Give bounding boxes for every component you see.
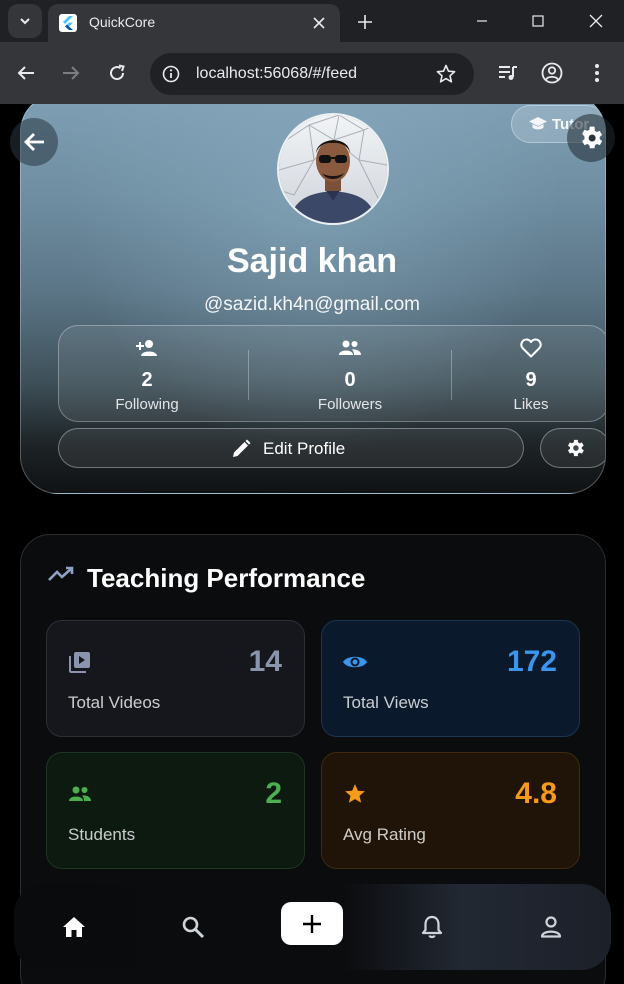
close-tab-button[interactable] bbox=[308, 12, 330, 34]
arrow-right-icon bbox=[63, 66, 80, 80]
add-icon bbox=[303, 914, 321, 933]
school-icon bbox=[529, 117, 547, 130]
search-icon bbox=[182, 916, 205, 939]
maximize-icon bbox=[532, 15, 544, 27]
total-videos-card[interactable]: 14 Total Videos bbox=[46, 620, 305, 737]
stats-panel: 2 Following 0 Followers 9 Likes bbox=[58, 325, 605, 423]
playlist-music-icon bbox=[499, 66, 517, 80]
nav-home[interactable] bbox=[52, 905, 96, 949]
minimize-button[interactable] bbox=[462, 6, 502, 36]
menu-button[interactable] bbox=[583, 59, 611, 87]
star-icon bbox=[342, 781, 368, 807]
plus-icon bbox=[358, 15, 372, 29]
settings-button[interactable] bbox=[567, 114, 615, 162]
info-icon[interactable] bbox=[160, 63, 182, 85]
total-videos-label: Total Videos bbox=[68, 693, 161, 712]
app-viewport: Tutor bbox=[0, 104, 624, 984]
students-card[interactable]: 2 Students bbox=[46, 752, 305, 869]
nav-notifications[interactable] bbox=[410, 905, 454, 949]
back-nav-button[interactable] bbox=[12, 59, 40, 87]
reload-button[interactable] bbox=[103, 59, 131, 87]
arrow-left-icon bbox=[17, 66, 34, 80]
back-button[interactable] bbox=[10, 118, 58, 166]
likes-count: 9 bbox=[525, 369, 537, 391]
person-add-icon bbox=[134, 336, 160, 360]
tab-title: QuickCore bbox=[89, 14, 156, 30]
students-value: 2 bbox=[265, 777, 282, 810]
forward-nav-button[interactable] bbox=[57, 59, 85, 87]
avg-rating-value: 4.8 bbox=[515, 777, 557, 810]
trending-up-icon bbox=[48, 566, 74, 581]
following-label: Following bbox=[115, 396, 179, 413]
close-window-button[interactable] bbox=[576, 6, 616, 36]
group-icon bbox=[67, 781, 93, 807]
avatar bbox=[277, 113, 389, 225]
following-stat[interactable]: 2 Following bbox=[59, 326, 235, 423]
total-views-card[interactable]: 172 Total Views bbox=[321, 620, 580, 737]
gear-icon bbox=[582, 126, 603, 149]
nav-search[interactable] bbox=[171, 905, 215, 949]
browser-tabstrip: QuickCore bbox=[0, 0, 624, 42]
close-icon bbox=[313, 17, 325, 29]
total-views-label: Total Views bbox=[343, 693, 429, 712]
bell-icon bbox=[421, 915, 443, 939]
address-bar[interactable]: localhost:56068/#/feed bbox=[150, 53, 474, 95]
account-circle-icon bbox=[541, 62, 563, 84]
kebab-menu-icon bbox=[595, 64, 599, 82]
new-tab-button[interactable] bbox=[352, 9, 378, 35]
arrow-left-icon bbox=[24, 133, 44, 151]
edit-profile-button[interactable]: Edit Profile bbox=[58, 428, 524, 468]
total-views-value: 172 bbox=[506, 645, 557, 678]
nav-profile[interactable] bbox=[529, 905, 573, 949]
chevron-down-icon bbox=[20, 18, 30, 25]
browser-toolbar: localhost:56068/#/feed bbox=[0, 42, 624, 104]
browser-tab[interactable]: QuickCore bbox=[48, 4, 340, 42]
bottom-nav bbox=[14, 884, 611, 970]
followers-stat[interactable]: 0 Followers bbox=[249, 326, 451, 423]
followers-count: 0 bbox=[344, 369, 356, 391]
followers-label: Followers bbox=[317, 396, 383, 413]
avg-rating-card[interactable]: 4.8 Avg Rating bbox=[321, 752, 580, 869]
edit-profile-label: Edit Profile bbox=[263, 439, 346, 458]
profile-email: @sazid.kh4n@gmail.com bbox=[204, 294, 420, 315]
avg-rating-label: Avg Rating bbox=[343, 825, 426, 844]
eye-icon bbox=[342, 649, 368, 675]
person-icon bbox=[540, 916, 562, 938]
url-text: localhost:56068/#/feed bbox=[196, 65, 358, 82]
following-count: 2 bbox=[141, 369, 153, 391]
group-icon bbox=[337, 336, 363, 360]
home-icon bbox=[63, 917, 85, 937]
likes-label: Likes bbox=[513, 396, 549, 413]
video-library-icon bbox=[67, 649, 93, 675]
section-title: Teaching Performance bbox=[87, 563, 366, 593]
total-videos-value: 14 bbox=[248, 645, 282, 678]
profile-name: Sajid khan bbox=[226, 242, 398, 280]
bookmark-star-icon[interactable] bbox=[434, 62, 458, 86]
profile-settings-button[interactable] bbox=[540, 428, 605, 468]
likes-stat[interactable]: 9 Likes bbox=[452, 326, 605, 423]
reload-icon bbox=[110, 64, 125, 81]
gear-icon bbox=[568, 439, 584, 457]
minimize-icon bbox=[477, 20, 487, 22]
flutter-icon bbox=[59, 14, 77, 32]
students-label: Students bbox=[68, 825, 136, 844]
close-icon bbox=[589, 14, 603, 28]
tab-search-button[interactable] bbox=[8, 4, 42, 38]
heart-icon bbox=[518, 336, 544, 360]
profile-button[interactable] bbox=[538, 59, 566, 87]
maximize-button[interactable] bbox=[518, 6, 558, 36]
media-controls-button[interactable] bbox=[494, 59, 522, 87]
pencil-icon bbox=[233, 439, 251, 457]
nav-create-button[interactable] bbox=[281, 902, 343, 945]
